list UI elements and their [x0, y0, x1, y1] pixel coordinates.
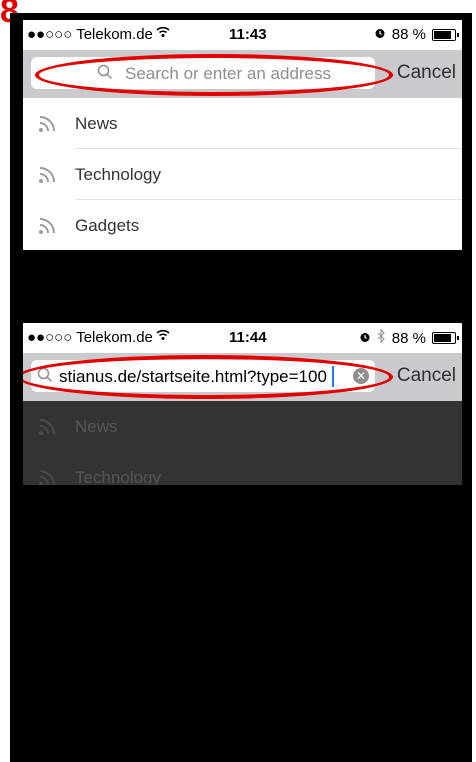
cancel-button[interactable]: Cancel — [397, 365, 456, 387]
suggestion-list: News Technology Gadgets — [23, 98, 462, 250]
battery-percent: 88 % — [391, 329, 426, 347]
bluetooth-icon — [377, 328, 386, 347]
alarm-icon — [359, 330, 371, 347]
list-item-label: Technology — [75, 165, 162, 184]
screenshot-before: ●●○○○ Telekom.de 11:43 88 % Search or en… — [23, 20, 462, 250]
search-icon — [37, 367, 53, 388]
wifi-icon — [155, 327, 171, 347]
status-bar: ●●○○○ Telekom.de 11:44 88 % — [23, 323, 462, 353]
time-label: 11:43 — [229, 26, 267, 43]
rss-icon — [38, 166, 56, 189]
address-value: stianus.de/startseite.html?type=100 — [59, 367, 327, 386]
list-item[interactable]: Technology — [23, 149, 462, 200]
rss-icon — [38, 217, 56, 240]
list-item-label: Gadgets — [75, 216, 140, 235]
rss-icon — [38, 469, 56, 485]
url-bar: Search or enter an address Cancel — [23, 50, 462, 98]
time-label: 11:44 — [229, 329, 267, 346]
battery-percent: 88 % — [391, 26, 426, 43]
address-input[interactable]: stianus.de/startseite.html?type=100 ✕ — [31, 360, 375, 392]
list-item-label: News — [75, 417, 118, 436]
list-item[interactable]: News — [23, 98, 462, 149]
rss-icon — [38, 115, 56, 138]
alarm-icon — [374, 26, 386, 43]
status-bar: ●●○○○ Telekom.de 11:43 88 % — [23, 20, 462, 50]
rss-icon — [38, 418, 56, 441]
battery-icon — [432, 332, 459, 344]
search-icon — [97, 64, 113, 85]
text-cursor — [332, 366, 334, 387]
search-placeholder: Search or enter an address — [125, 64, 332, 83]
clear-icon[interactable]: ✕ — [353, 368, 369, 384]
search-input[interactable]: Search or enter an address — [31, 57, 375, 89]
suggestion-list: News Technology — [23, 401, 462, 485]
carrier-label: ●●○○○ Telekom.de — [27, 26, 153, 43]
carrier-label: ●●○○○ Telekom.de — [27, 329, 153, 346]
screenshot-after: ●●○○○ Telekom.de 11:44 88 % stianus.de/s… — [23, 323, 462, 485]
battery-icon — [432, 28, 459, 41]
list-item[interactable]: Technology — [23, 452, 462, 485]
url-bar: stianus.de/startseite.html?type=100 ✕ Ca… — [23, 353, 462, 401]
list-item-label: Technology — [75, 468, 162, 485]
list-item-label: News — [75, 114, 118, 133]
list-item[interactable]: Gadgets — [23, 200, 462, 250]
cancel-button[interactable]: Cancel — [397, 62, 456, 84]
wifi-icon — [155, 24, 171, 44]
list-item[interactable]: News — [23, 401, 462, 452]
